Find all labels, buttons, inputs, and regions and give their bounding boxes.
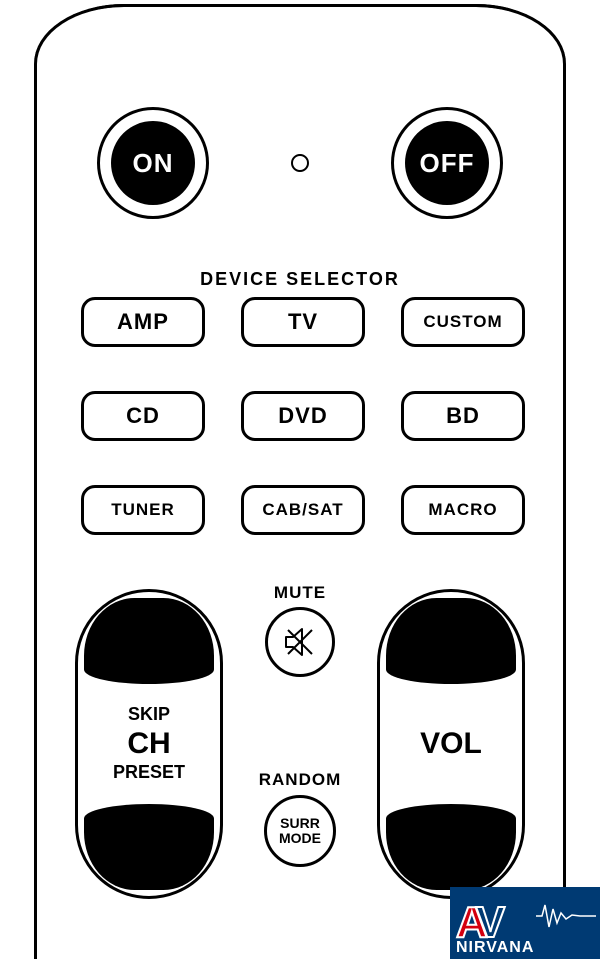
channel-up-button[interactable] xyxy=(84,598,214,684)
watermark-text: NIRVANA xyxy=(456,939,534,957)
channel-rocker: SKIP CH PRESET xyxy=(75,589,223,899)
channel-down-button[interactable] xyxy=(84,804,214,890)
device-tuner-button[interactable]: TUNER xyxy=(81,485,205,535)
surr-mode-button[interactable]: SURR MODE xyxy=(264,795,336,867)
channel-label-skip: SKIP xyxy=(128,704,170,726)
device-selector-grid: AMP TV CUSTOM CD DVD BD TUNER CAB/SAT MA… xyxy=(81,297,525,535)
power-row: ON OFF xyxy=(37,107,563,219)
on-button[interactable]: ON xyxy=(97,107,209,219)
on-button-label: ON xyxy=(111,121,195,205)
volume-up-button[interactable] xyxy=(386,598,516,684)
volume-down-button[interactable] xyxy=(386,804,516,890)
off-button-label: OFF xyxy=(405,121,489,205)
channel-label-ch: CH xyxy=(127,726,170,762)
watermark-logo: A V NIRVANA xyxy=(450,887,600,959)
device-amp-button[interactable]: AMP xyxy=(81,297,205,347)
channel-label-preset: PRESET xyxy=(113,762,185,784)
device-cabsat-button[interactable]: CAB/SAT xyxy=(241,485,365,535)
device-cd-button[interactable]: CD xyxy=(81,391,205,441)
device-tv-button[interactable]: TV xyxy=(241,297,365,347)
soundwave-icon xyxy=(536,901,596,931)
device-selector-title: DEVICE SELECTOR xyxy=(37,269,563,290)
volume-rocker: VOL xyxy=(377,589,525,899)
volume-label: VOL xyxy=(420,726,482,762)
mute-button[interactable] xyxy=(265,607,335,677)
off-button[interactable]: OFF xyxy=(391,107,503,219)
mute-icon xyxy=(282,624,318,660)
device-custom-button[interactable]: CUSTOM xyxy=(401,297,525,347)
remote-body: ON OFF DEVICE SELECTOR AMP TV CUSTOM CD … xyxy=(34,4,566,959)
device-macro-button[interactable]: MACRO xyxy=(401,485,525,535)
device-dvd-button[interactable]: DVD xyxy=(241,391,365,441)
device-bd-button[interactable]: BD xyxy=(401,391,525,441)
ir-led-indicator xyxy=(291,154,309,172)
